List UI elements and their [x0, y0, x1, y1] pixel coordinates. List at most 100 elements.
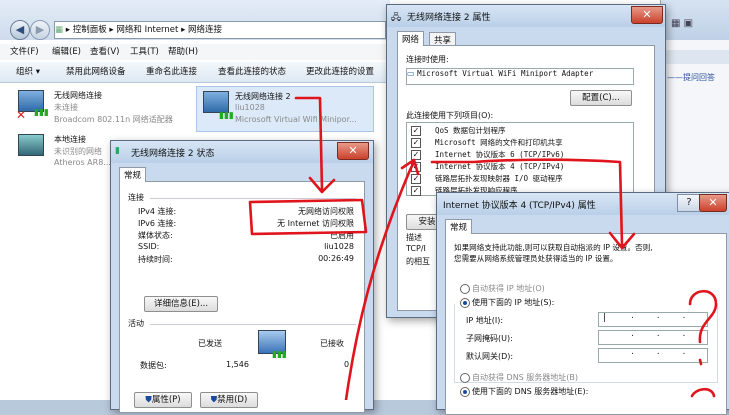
disable-device-button[interactable]: 禁用此网络设备	[66, 62, 126, 82]
ipv4-value: 无网络访问权限	[298, 207, 354, 216]
back-button[interactable]: ◀	[10, 20, 30, 40]
intro-text: 如果网络支持此功能,则可以获取自动指派的 IP 设置。否则,	[454, 243, 653, 252]
tab-network[interactable]: 网络	[397, 31, 425, 46]
folder-icon: ▦	[55, 25, 64, 35]
item-checkbox[interactable]: ✓	[411, 186, 421, 196]
description-text: 的相互	[406, 257, 430, 266]
view-status-button[interactable]: 查看此连接的状态	[218, 62, 286, 82]
close-icon: ✕	[348, 144, 358, 157]
list-item[interactable]: Internet 协议版本 4 (TCP/IPv4)	[435, 161, 564, 172]
menu-tools[interactable]: 工具(T)	[130, 44, 159, 60]
item-checkbox[interactable]: ✓	[411, 138, 421, 148]
connection-name: 无线网络连接 2	[235, 92, 291, 101]
wireless-icon: ▮	[115, 146, 120, 156]
connection-name: 无线网络连接	[54, 91, 102, 100]
menu-bar: 文件(F) 编辑(E) 查看(V) 工具(T) 帮助(H)	[0, 44, 390, 60]
ipv6-value: 无 Internet 访问权限	[277, 219, 354, 228]
connection-device: Broadcom 802.11n 网络适配器	[54, 115, 173, 124]
titlebar: Internet 协议版本 4 (TCP/IPv4) 属性 ? ✕	[437, 193, 729, 215]
general-tab-panel: 如果网络支持此功能,则可以获取自动指派的 IP 设置。否则, 您需要从网络系统管…	[445, 233, 727, 415]
ip-address-input[interactable]: |. . .	[598, 311, 708, 327]
connection-item-selected[interactable]: ▮▮▮ 无线网络连接 2 liu1028 Microsoft Virtual W…	[196, 86, 374, 132]
ssid-value: liu1028	[324, 242, 354, 251]
duration-label: 持续时间:	[138, 255, 173, 264]
auto-ip-label[interactable]: 自动获得 IP 地址(O)	[472, 283, 545, 294]
media-state-value: 已启用	[330, 231, 354, 240]
menu-view[interactable]: 查看(V)	[90, 44, 119, 60]
connection-status: 未识别的网络	[54, 147, 102, 156]
connection-item[interactable]: ✕ ▮▮▮ 无线网络连接 未连接 Broadcom 802.11n 网络适配器	[16, 88, 196, 130]
item-checkbox[interactable]: ✓	[411, 162, 421, 172]
connection-status: 未连接	[54, 103, 78, 112]
description-label: 描述	[406, 233, 422, 242]
connection-section-label: 连接	[128, 193, 144, 202]
connect-using-label: 连接时使用:	[406, 55, 449, 64]
rename-button[interactable]: 重命名此连接	[146, 62, 197, 82]
auto-dns-label[interactable]: 自动获得 DNS 服务器地址(B)	[472, 372, 578, 383]
ip-address-label: IP 地址(I):	[466, 316, 504, 325]
wireless-adapter-icon	[203, 91, 229, 113]
subnet-mask-input[interactable]: . . .	[598, 329, 708, 345]
description-text: TCP/I	[406, 244, 426, 253]
ssid-label: SSID:	[138, 242, 160, 251]
auto-ip-radio[interactable]	[460, 284, 470, 294]
strip-tab	[661, 50, 729, 64]
breadcrumb-item[interactable]: 网络连接	[188, 25, 222, 35]
auto-dns-radio[interactable]	[460, 373, 470, 383]
signal-bars-icon: ▮▮▮	[272, 350, 287, 360]
address-bar[interactable]: ▦ ▸ 控制面板 ▸ 网络和 Internet ▸ 网络连接	[54, 21, 386, 39]
item-checkbox[interactable]: ✓	[411, 174, 421, 184]
ipv4-label: IPv4 连接:	[138, 207, 177, 216]
ipv6-label: IPv6 连接:	[138, 219, 177, 228]
command-bar: 组织 ▾ 禁用此网络设备 重命名此连接 查看此连接的状态 更改此连接的设置	[0, 62, 390, 83]
close-button[interactable]: ✕	[337, 142, 369, 160]
list-item[interactable]: Internet 协议版本 6 (TCP/IPv6)	[435, 149, 564, 160]
activity-section-label: 活动	[128, 319, 144, 328]
manual-dns-radio[interactable]	[460, 387, 470, 397]
breadcrumb-item[interactable]: 控制面板	[73, 25, 107, 35]
manual-dns-label[interactable]: 使用下面的 DNS 服务器地址(E):	[472, 386, 588, 397]
dialog-title: 无线网络连接 2 状态	[131, 149, 215, 159]
disable-button[interactable]: ⛊禁用(D)	[200, 392, 258, 408]
close-button[interactable]: ✕	[631, 6, 663, 24]
properties-button[interactable]: ⛊属性(P)	[134, 392, 192, 408]
help-button[interactable]: ?	[677, 194, 701, 212]
divider	[150, 324, 356, 325]
connection-device: Atheros AR8...	[54, 158, 111, 167]
tab-general[interactable]: 常规	[445, 219, 473, 234]
lan-adapter-icon	[18, 134, 44, 156]
change-settings-button[interactable]: 更改此连接的设置	[306, 62, 374, 82]
list-item[interactable]: Microsoft 网络的文件和打印机共享	[435, 137, 563, 148]
gateway-input[interactable]: . . .	[598, 347, 708, 363]
packets-label: 数据包:	[140, 361, 167, 370]
details-button[interactable]: 详细信息(E)...	[144, 296, 218, 312]
ipv4-properties-dialog: Internet 协议版本 4 (TCP/IPv4) 属性 ? ✕ 常规 如果网…	[436, 192, 729, 415]
received-label: 已接收	[320, 339, 344, 348]
breadcrumb-item[interactable]: ▸	[181, 25, 188, 35]
organize-button[interactable]: 组织 ▾	[16, 62, 40, 82]
packets-sent-value: 1,546	[226, 360, 249, 369]
menu-file[interactable]: 文件(F)	[10, 44, 39, 60]
gateway-label: 默认网关(D):	[466, 352, 514, 361]
duration-value: 00:26:49	[318, 254, 354, 263]
menu-help[interactable]: 帮助(H)	[168, 44, 198, 60]
answer-link[interactable]: ——提问回答	[667, 72, 715, 83]
menu-edit[interactable]: 编辑(E)	[52, 44, 81, 60]
item-checkbox[interactable]: ✓	[411, 126, 421, 136]
list-item[interactable]: QoS 数据包计划程序	[435, 125, 506, 136]
divider	[150, 198, 356, 199]
connection-status: liu1028	[235, 103, 265, 112]
configure-button[interactable]: 配置(C)...	[570, 90, 632, 106]
item-checkbox[interactable]: ✓	[411, 150, 421, 160]
packets-received-value: 0	[344, 360, 350, 369]
close-button[interactable]: ✕	[699, 194, 727, 212]
list-item[interactable]: 链路层拓扑发现映射器 I/O 驱动程序	[435, 173, 563, 184]
tab-general[interactable]: 常规	[119, 167, 147, 182]
adapter-icon: ▭	[407, 69, 418, 78]
breadcrumb-item[interactable]: 网络和 Internet	[116, 25, 178, 35]
items-list: ✓ QoS 数据包计划程序 ✓ Microsoft 网络的文件和打印机共享 ✓ …	[406, 122, 634, 196]
forward-button[interactable]: ▶	[30, 20, 50, 40]
disconnected-x-icon: ✕	[16, 108, 27, 122]
adapter-field: ▭ Microsoft Virtual WiFi Miniport Adapte…	[406, 68, 634, 85]
breadcrumb-item[interactable]: ▸	[66, 25, 73, 35]
